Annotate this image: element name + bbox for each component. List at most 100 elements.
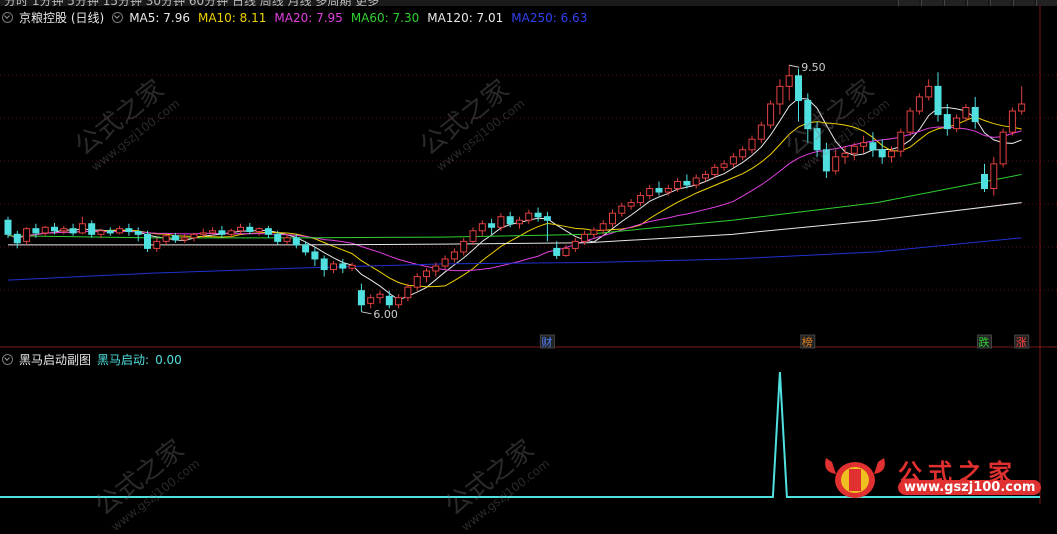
candle-body [571,240,579,249]
candle-body [460,240,468,253]
bull-logo-icon [825,458,885,498]
candle-body [348,264,356,269]
candle-body [357,290,365,306]
candle-body [413,276,421,288]
candle-body [543,216,551,221]
candle-body [13,233,21,244]
candle-body [990,163,998,190]
candle-body [69,228,77,234]
candle-body [311,251,319,260]
candle-body [832,156,840,172]
candle-body [78,223,86,234]
candle-body [795,75,802,101]
candle-body [488,223,496,228]
candle-body [209,230,217,234]
candle-body [655,188,663,193]
candle-body [618,205,626,214]
candle-body [116,228,124,234]
candle-body [330,263,337,271]
candle-body [720,163,728,168]
candle-body [274,233,282,242]
candle-body [516,219,523,225]
candle-body [850,145,858,154]
candle-body [125,228,133,233]
candle-body [153,240,161,249]
candle-body [246,226,254,232]
candle-body [218,230,226,235]
candle-body [144,233,151,249]
low-price-pointer [361,311,372,315]
candle-body [534,212,542,218]
candle-body [367,297,375,304]
ma60-line [7,173,1022,239]
candle-body [953,117,961,130]
candle-body [609,212,616,225]
candle-body [702,173,709,179]
candle-body [404,286,412,299]
candle-body [190,233,198,239]
candle-body [376,293,384,299]
candle-body [776,85,784,105]
candle-body [888,150,895,158]
candle-body [767,103,775,126]
high-price-label: 9.50 [801,61,826,74]
candle-body [255,228,263,233]
candle-body [757,124,765,140]
candle-body [41,226,49,234]
candle-body [51,226,58,232]
candle-body [506,216,514,225]
candle-body [1018,103,1026,112]
event-marker: 财 [541,335,552,349]
candle-body [934,85,942,116]
kline-chart[interactable]: 9.50 6.00 财 榜 跌 涨 [0,0,1057,504]
candle-body [581,233,589,242]
candle-body [478,223,486,232]
logo-url: www.gszj100.com [898,480,1042,495]
candle-body [860,142,868,147]
candle-body [134,231,142,235]
candle-body [4,219,12,235]
site-logo: 公式之家 www.gszj100.com [812,450,1052,502]
candle-body [441,258,449,267]
candle-body [292,237,300,246]
candle-body [692,177,700,186]
candle-body [674,180,682,190]
candle-body [97,230,105,235]
low-price-label: 6.00 [373,308,398,321]
candle-body [237,226,244,232]
candle-body [711,166,719,175]
candle-body [599,223,607,231]
candle-body [999,131,1007,165]
candle-body [60,228,68,232]
candle-body [553,247,561,256]
candle-body [423,270,430,278]
candle-body [590,229,598,235]
candle-body [785,75,793,87]
candle-body [562,247,570,256]
candle-body [283,237,291,242]
candle-body [320,258,328,271]
candle-body [869,142,877,151]
candle-body [497,216,505,228]
candle-body [683,180,691,186]
candle-body [897,131,905,152]
candle-body [302,244,310,253]
candle-body [664,188,672,193]
candle-body [432,265,440,272]
candle-body [181,237,189,241]
candle-body [395,297,403,306]
candle-body [981,173,988,190]
candle-body [469,230,477,242]
ma5-line [7,97,1022,301]
candle-body [943,114,951,130]
candle-body [385,295,393,306]
high-price-pointer [789,64,800,68]
candle-body [88,223,96,235]
candle-body [878,149,886,158]
candle-body [450,251,458,260]
candle-body [906,110,914,133]
candle-body [23,228,31,242]
event-marker: 涨 [1016,336,1027,349]
candle-body [925,85,933,98]
candle-body [748,138,756,151]
